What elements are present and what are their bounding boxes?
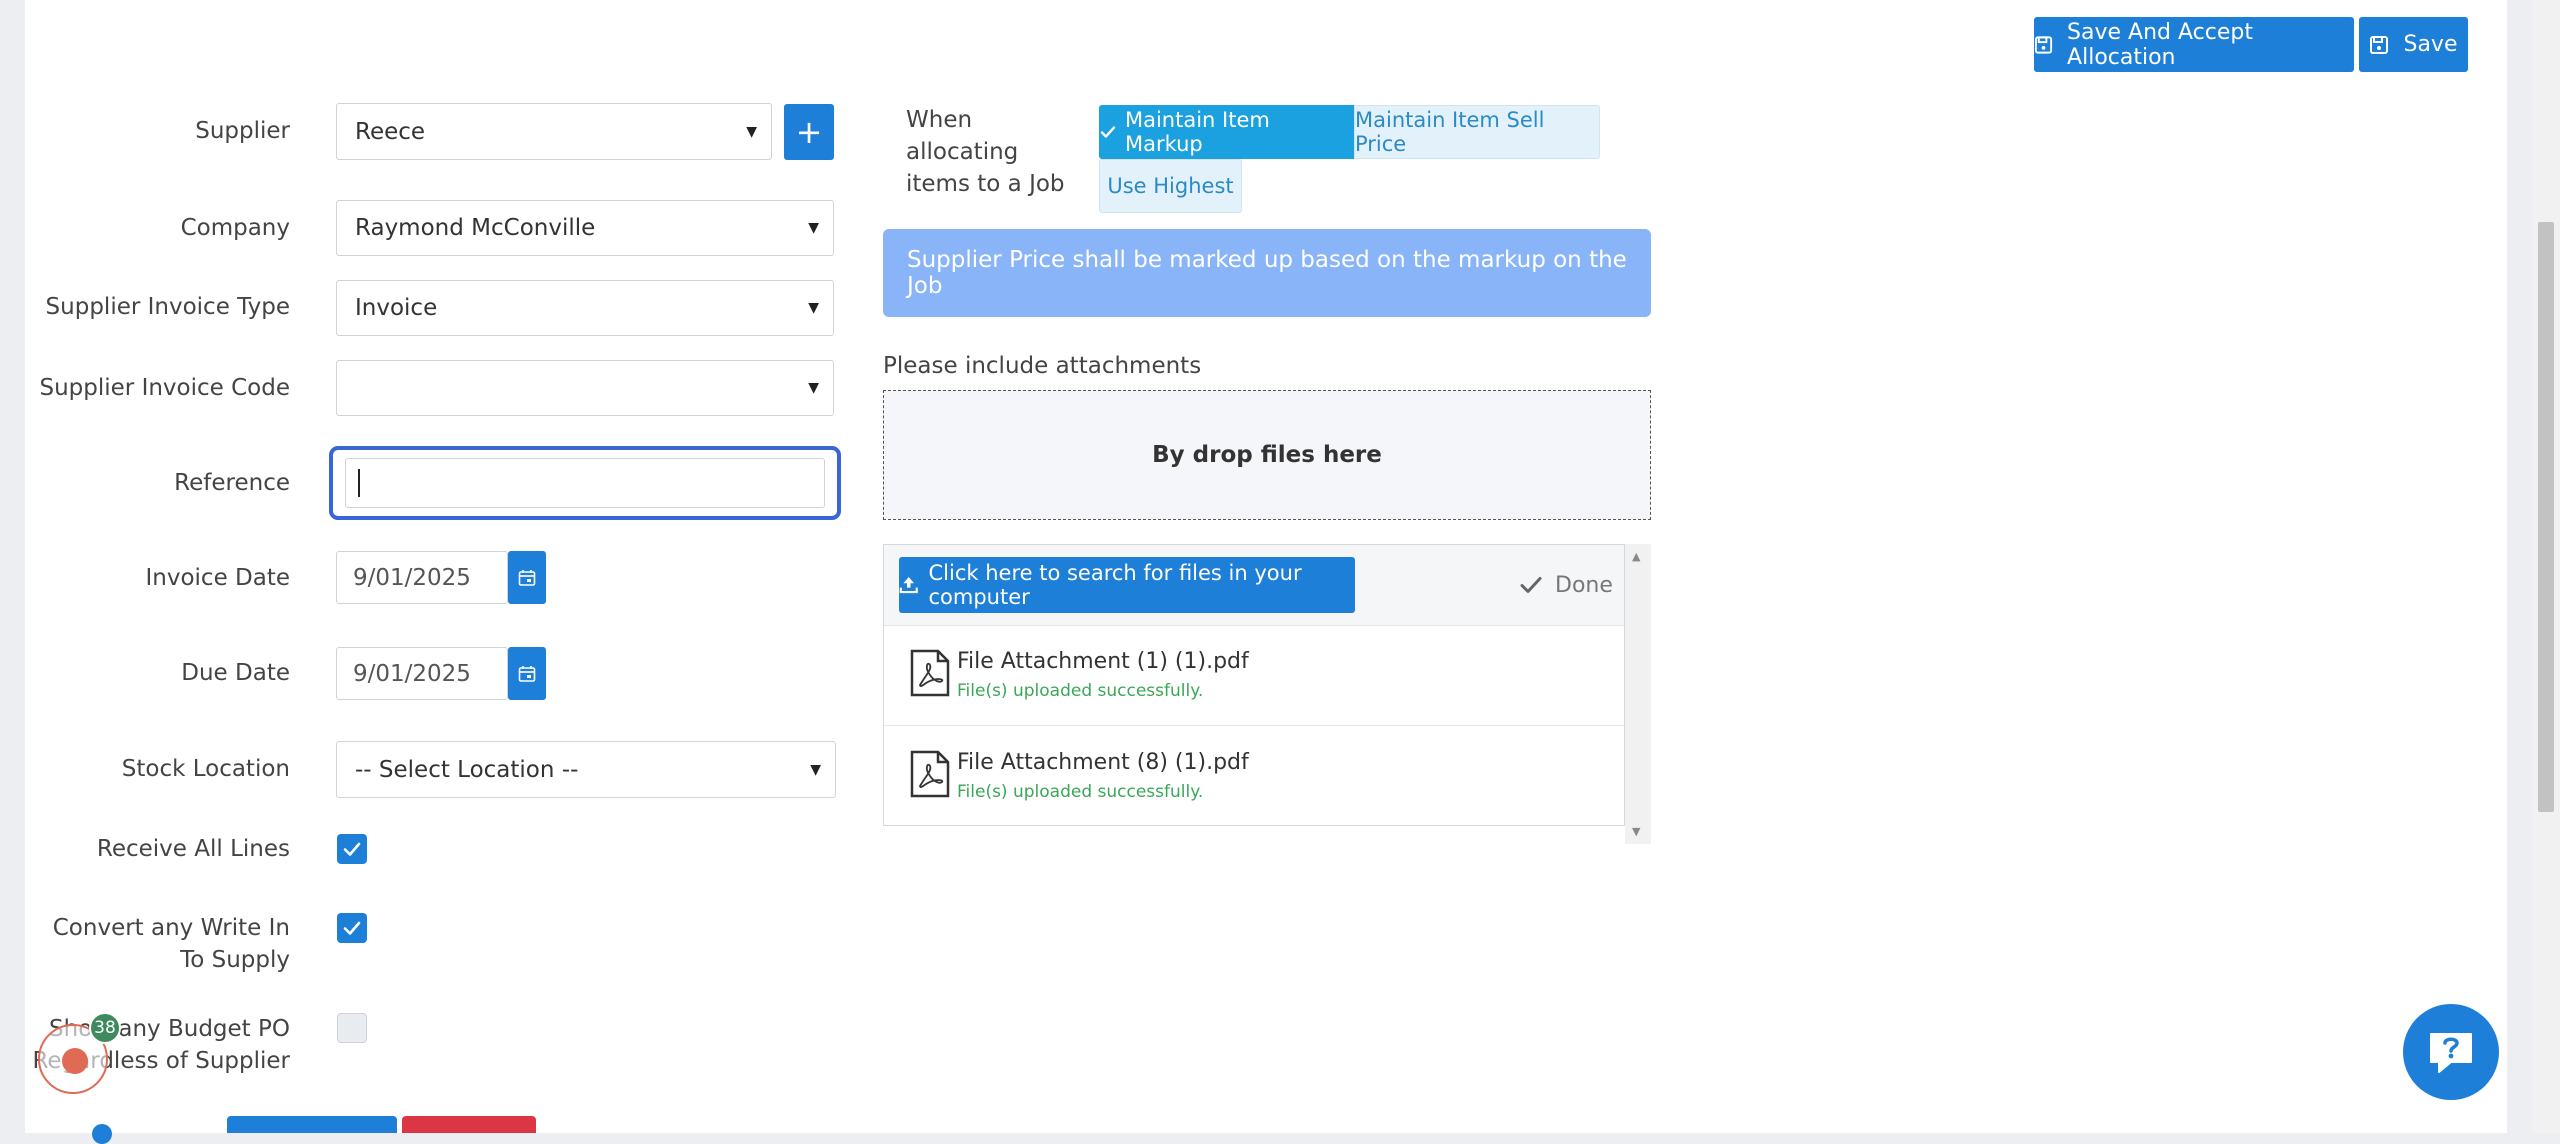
supplier-label: Supplier [195,118,290,144]
allocation-label-line3: items to a Job [906,171,1065,197]
floppy-disk-icon [2370,35,2389,54]
checkmark-icon [1520,577,1542,593]
use-highest-label: Use Highest [1107,174,1234,198]
page-scrollbar[interactable] [2532,0,2560,1133]
maintain-item-markup-label: Maintain Item Markup [1124,108,1270,156]
browse-files-label: Click here to search for files in your c… [928,561,1302,609]
calendar-icon [518,569,536,586]
receive-all-checkbox[interactable] [337,834,367,864]
checkmark-icon [1100,126,1116,138]
checkmark-icon [343,921,361,935]
allocation-info-text: Supplier Price shall be marked up based … [907,247,1627,299]
save-and-accept-button[interactable]: Save And Accept Allocation [2034,17,2354,72]
invoice-type-value: Invoice [355,295,438,321]
save-and-accept-label: Save And Accept Allocation [2067,19,2253,70]
company-label: Company [180,215,290,241]
invoice-date-value: 9/01/2025 [353,564,471,591]
caret-down-icon: ▼ [746,123,757,140]
bottom-danger-button[interactable] [402,1116,536,1133]
text-cursor [358,469,360,497]
convert-write-in-checkbox[interactable] [337,913,367,943]
allocation-info-alert: Supplier Price shall be marked up based … [883,229,1651,317]
upload-icon [899,577,918,594]
save-button[interactable]: Save [2359,17,2468,72]
company-select[interactable]: Raymond McConville ▼ [336,200,834,256]
file-dropzone[interactable]: By drop files here [883,390,1651,520]
caret-down-icon: ▼ [808,380,819,396]
scroll-up-arrow-icon: ▲ [1632,550,1641,563]
receive-all-label: Receive All Lines [96,836,290,862]
invoice-code-label: Supplier Invoice Code [39,375,291,401]
allocation-label: When allocating items to a Job [906,104,1065,200]
bottom-primary-button[interactable] [227,1116,397,1133]
allocation-label-line1: When [906,107,973,133]
floppy-disk-icon [2034,35,2053,54]
due-date-input[interactable]: 9/01/2025 [336,647,508,700]
due-date-label: Due Date [181,660,290,686]
file-list-scrollbar[interactable]: ▲ ▼ [1625,544,1651,844]
budget-po-checkbox[interactable] [337,1013,367,1043]
file-list-item[interactable]: File Attachment (8) (1).pdf File(s) uplo… [884,726,1624,826]
caret-down-icon: ▼ [810,761,821,778]
stock-location-value: -- Select Location -- [355,756,579,783]
stock-location-label: Stock Location [121,756,290,782]
help-chat-icon [2430,1033,2472,1073]
invoice-type-label: Supplier Invoice Type [45,294,290,320]
invoice-date-input[interactable]: 9/01/2025 [336,551,508,604]
caret-down-icon: ▼ [808,300,819,316]
file-upload-status: File(s) uploaded successfully. [957,782,1204,802]
caret-down-icon: ▼ [808,220,819,236]
file-name: File Attachment (1) (1).pdf [957,649,1249,674]
file-list-item[interactable]: File Attachment (1) (1).pdf File(s) uplo… [884,625,1624,726]
reference-label: Reference [174,470,290,496]
stock-location-select[interactable]: -- Select Location -- ▼ [336,741,836,798]
maintain-item-markup-toggle[interactable]: Maintain Item Markup [1099,105,1354,159]
calendar-icon [518,665,536,682]
save-label: Save [2403,32,2458,57]
supplier-select[interactable]: Reece ▼ [336,103,772,160]
pdf-file-icon [910,649,950,697]
invoice-date-label: Invoice Date [145,565,290,591]
done-button[interactable]: Done [1519,567,1613,603]
attachments-label: Please include attachments [883,353,1202,379]
page-scrollbar-thumb[interactable] [2538,222,2554,812]
done-label: Done [1555,572,1613,598]
invoice-code-select[interactable]: ▼ [336,360,834,416]
file-name: File Attachment (8) (1).pdf [957,750,1249,775]
file-upload-status: File(s) uploaded successfully. [957,681,1204,701]
company-value: Raymond McConville [355,215,596,241]
scroll-down-arrow-icon: ▼ [1632,825,1641,838]
due-date-value: 9/01/2025 [353,660,471,687]
convert-write-in-label: Convert any Write In To Supply [53,912,290,976]
add-supplier-button[interactable]: + [784,104,834,160]
dropzone-text: By drop files here [1152,442,1382,468]
convert-write-in-label-line2: To Supply [180,947,290,973]
pdf-file-icon [910,750,950,798]
supplier-value: Reece [355,118,426,145]
maintain-item-sell-price-label: Maintain Item Sell Price [1355,108,1545,156]
convert-write-in-label-line1: Convert any Write In [52,915,290,941]
maintain-item-sell-price-toggle[interactable]: Maintain Item Sell Price [1354,105,1600,159]
invoice-date-picker-button[interactable] [508,551,546,604]
invoice-type-select[interactable]: Invoice ▼ [336,280,834,336]
bottom-dot [92,1124,112,1144]
recorder-badge: 38 [89,1012,121,1044]
reference-input[interactable] [329,446,841,520]
use-highest-toggle[interactable]: Use Highest [1099,159,1242,213]
browse-files-button[interactable]: Click here to search for files in your c… [899,557,1355,613]
allocation-label-line2: allocating [906,139,1019,165]
plus-icon: + [795,113,823,151]
help-chat-button[interactable] [2403,1004,2499,1100]
record-dot-icon [62,1048,88,1074]
due-date-picker-button[interactable] [508,647,546,700]
checkmark-icon [343,842,361,856]
